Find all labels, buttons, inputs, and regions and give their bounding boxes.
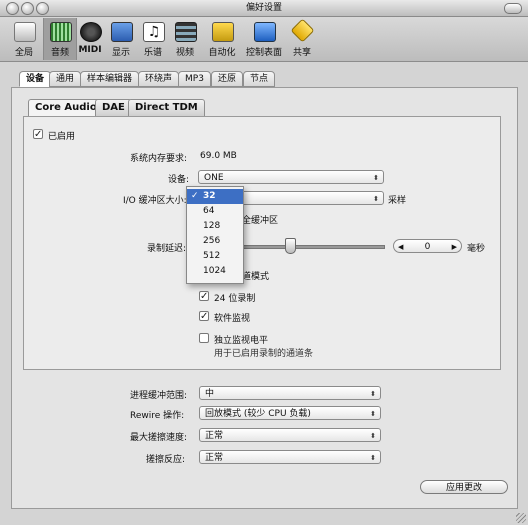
score-icon: ♫: [143, 22, 165, 42]
toolbar-share[interactable]: 共享: [287, 18, 317, 60]
record-delay-slider-thumb[interactable]: [285, 238, 296, 254]
rewire-label: Rewire 操作:: [130, 411, 185, 421]
enabled-checkbox[interactable]: ✓: [33, 129, 43, 140]
max-scrub-label: 最大搓擦速度:: [130, 433, 188, 443]
subtab-core-audio[interactable]: Core Audio: [28, 99, 104, 117]
toolbar-automation[interactable]: 自动化: [202, 18, 242, 60]
safe-buffer-label: 全缓冲区: [242, 216, 279, 226]
toolbar-display[interactable]: 显示: [106, 18, 136, 60]
record-delay-label: 录制延迟:: [147, 244, 187, 254]
independent-monitor-checkbox[interactable]: [199, 333, 209, 343]
tab-general[interactable]: 通用: [49, 71, 82, 87]
share-icon: [290, 18, 315, 43]
record-delay-slider-track[interactable]: [242, 245, 385, 249]
tab-mp3[interactable]: MP3: [178, 71, 211, 87]
chevron-updown-icon: ⬍: [373, 195, 379, 203]
right-arrow-icon[interactable]: ▶: [452, 240, 457, 254]
zoom-button[interactable]: [36, 2, 49, 15]
scrub-response-select[interactable]: 正常 ⬍: [199, 450, 381, 464]
device-select[interactable]: ONE ⬍: [198, 170, 384, 184]
checkmark-icon: ✓: [191, 191, 199, 201]
toolbar-midi[interactable]: MIDI: [76, 18, 104, 60]
toolbar-control-surface[interactable]: 控制表面: [242, 18, 286, 60]
io-buffer-menu: ✓ 32 64 128 256 512 1024: [186, 186, 244, 284]
chevron-updown-icon: ⬍: [370, 454, 376, 462]
menu-item-128[interactable]: 128: [187, 219, 243, 234]
chevron-updown-icon: ⬍: [370, 432, 376, 440]
record-delay-unit: 毫秒: [467, 244, 486, 254]
toolbar: 全局 音频 MIDI 显示 ♫ 乐谱 视频 自动化 控制表面 共享: [0, 17, 528, 62]
menu-item-256[interactable]: 256: [187, 234, 243, 249]
tab-nodes[interactable]: 节点: [243, 71, 276, 87]
software-monitor-label: 软件监视: [214, 314, 251, 324]
channel-mode-label: 道模式: [242, 272, 270, 282]
menu-item-64[interactable]: 64: [187, 204, 243, 219]
toolbar-score[interactable]: ♫ 乐谱: [138, 18, 168, 60]
menu-item-32[interactable]: ✓ 32: [187, 189, 243, 204]
memory-label: 系统内存要求:: [130, 154, 188, 164]
process-buffer-select[interactable]: 中 ⬍: [199, 386, 381, 400]
apply-changes-button[interactable]: 应用更改: [420, 480, 508, 494]
independent-monitor-desc: 用于已启用录制的通道条: [214, 349, 314, 359]
display-icon: [111, 22, 133, 42]
chevron-updown-icon: ⬍: [370, 410, 376, 418]
chevron-updown-icon: ⬍: [373, 174, 379, 182]
process-buffer-label: 进程缓冲范围:: [130, 391, 188, 401]
minimize-button[interactable]: [21, 2, 34, 15]
tab-sample-editor[interactable]: 样本编辑器: [80, 71, 140, 87]
menu-item-1024[interactable]: 1024: [187, 264, 243, 279]
midi-icon: [80, 22, 102, 42]
close-button[interactable]: [6, 2, 19, 15]
software-monitor-checkbox[interactable]: ✓: [199, 311, 209, 322]
record-24bit-label: 24 位录制: [214, 294, 256, 304]
title-bar: 偏好设置: [0, 0, 528, 17]
switch-icon: [14, 22, 36, 42]
left-arrow-icon[interactable]: ◀: [398, 240, 403, 254]
record-24bit-checkbox[interactable]: ✓: [199, 291, 209, 302]
window-title: 偏好设置: [245, 3, 282, 13]
toolbar-toggle-button[interactable]: [504, 3, 522, 14]
automation-icon: [212, 22, 234, 42]
device-label: 设备:: [168, 175, 190, 185]
tab-devices[interactable]: 设备: [19, 71, 52, 87]
io-buffer-label: I/O 缓冲区大小:: [123, 196, 187, 206]
max-scrub-select[interactable]: 正常 ⬍: [199, 428, 381, 442]
io-buffer-unit: 采样: [388, 196, 407, 206]
enabled-label: 已启用: [48, 132, 76, 142]
toolbar-global[interactable]: 全局: [6, 18, 42, 60]
toolbar-audio[interactable]: 音频: [43, 18, 77, 60]
rewire-select[interactable]: 回放模式 (较少 CPU 负载) ⬍: [199, 406, 381, 420]
toolbar-video[interactable]: 视频: [170, 18, 200, 60]
tab-surround[interactable]: 环绕声: [138, 71, 180, 87]
video-icon: [175, 22, 197, 42]
subtab-dae[interactable]: DAE: [95, 99, 132, 117]
resize-grip-icon[interactable]: [516, 513, 526, 523]
audio-icon: [50, 22, 72, 42]
record-delay-field[interactable]: ◀ 0 ▶: [393, 239, 462, 253]
menu-item-512[interactable]: 512: [187, 249, 243, 264]
memory-value: 69.0 MB: [200, 151, 237, 161]
control-surface-icon: [254, 22, 276, 42]
chevron-updown-icon: ⬍: [370, 390, 376, 398]
scrub-response-label: 搓擦反应:: [146, 455, 186, 465]
independent-monitor-label: 独立监视电平: [214, 336, 269, 346]
subtab-direct-tdm[interactable]: Direct TDM: [128, 99, 205, 117]
tab-restore[interactable]: 还原: [211, 71, 244, 87]
